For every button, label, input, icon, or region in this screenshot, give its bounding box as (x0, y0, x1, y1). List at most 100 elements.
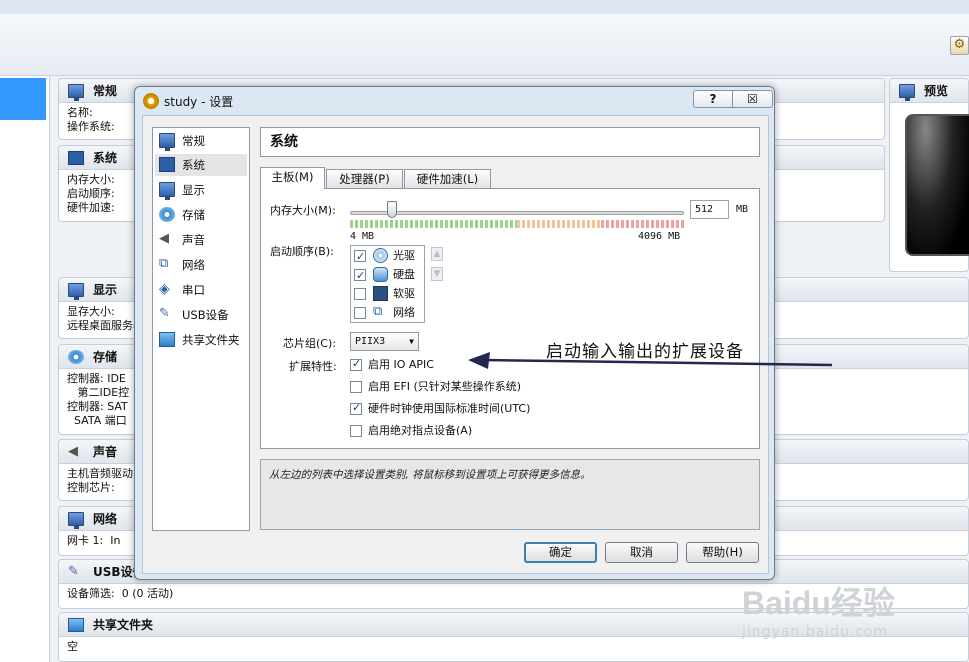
general-icon (68, 84, 84, 101)
move-down-arrow-icon[interactable]: ▼ (431, 267, 443, 281)
system-icon (159, 157, 175, 172)
system-icon (68, 151, 84, 165)
category-label: 网络 (182, 258, 205, 272)
category-label: 声音 (182, 233, 205, 247)
category-serial-port[interactable]: ◈ 串口 (155, 279, 247, 301)
network-boot-icon: ⧉ (373, 304, 383, 319)
category-general[interactable]: 常规 (155, 130, 247, 152)
boot-item-harddisk[interactable]: 硬盘 (354, 266, 424, 285)
shared-folder-icon (159, 332, 175, 347)
category-label: 存储 (182, 208, 205, 222)
watermark-brand: Baidu经验 (742, 585, 895, 621)
chevron-down-icon: ▼ (409, 337, 414, 346)
category-usb[interactable]: ✎ USB设备 (155, 304, 247, 326)
efi-checkbox[interactable] (350, 381, 362, 393)
feature-label: 启用 IO APIC (368, 358, 434, 371)
boot-item-label: 光驱 (393, 249, 415, 262)
general-icon (159, 133, 175, 151)
annotation-text: 启动输入输出的扩展设备 (546, 342, 744, 362)
network-icon (68, 512, 84, 529)
scale-min-label: 4 MB (350, 231, 375, 242)
toolbar-settings-icon[interactable]: ⚙ (950, 36, 969, 55)
boot-harddisk-checkbox[interactable] (354, 267, 366, 285)
usb-icon: ✎ (68, 564, 79, 579)
memory-unit: MB (736, 204, 749, 215)
cancel-button[interactable]: 取消 (605, 542, 678, 563)
utc-checkbox[interactable] (350, 401, 362, 415)
usb-icon: ✎ (159, 306, 170, 321)
preview-screen (905, 114, 969, 256)
page-title: 系统 (260, 127, 760, 157)
category-network[interactable]: ⧉ 网络 (155, 254, 247, 276)
ok-button[interactable]: 确定 (524, 542, 597, 563)
boot-item-label: 软驱 (393, 287, 415, 300)
section-title: 网络 (93, 512, 118, 526)
boot-item-network[interactable]: ⧉ 网络 (354, 304, 424, 322)
feature-efi[interactable]: 启用 EFI (只针对某些操作系统) (350, 379, 650, 395)
boot-network-checkbox[interactable] (354, 307, 366, 319)
boot-order-list[interactable]: 光驱 硬盘 软驱 ⧉ 网络 (350, 245, 425, 323)
title-band (0, 0, 969, 14)
dialog-window-buttons: ? ☒ (693, 90, 773, 108)
category-label: 串口 (182, 283, 205, 297)
info-box: 从左边的列表中选择设置类别, 将鼠标移到设置项上可获得更多信息。 (260, 459, 760, 530)
chipset-select[interactable]: PIIX3 ▼ (350, 332, 419, 351)
folder-icon (68, 618, 84, 632)
feature-utc[interactable]: 硬件时钟使用国际标准时间(UTC) (350, 401, 650, 417)
absolute-pointing-checkbox[interactable] (350, 425, 362, 437)
dialog-title: study - 设置 (164, 95, 234, 109)
boot-item-optical[interactable]: 光驱 (354, 247, 424, 266)
tab-acceleration[interactable]: 硬件加速(L) (404, 169, 491, 188)
extended-features-label: 扩展特性: (289, 360, 337, 373)
audio-icon: ◀ (68, 444, 78, 459)
scale-max-label: 4096 MB (638, 231, 681, 242)
section-title: 系统 (93, 151, 118, 165)
help-button[interactable]: 帮助(H) (686, 542, 759, 563)
close-button[interactable]: ☒ (733, 91, 772, 107)
category-list[interactable]: 常规 系统 显示 存储 ◀ 声音 ⧉ 网络 ◈ 串口 ✎ USB设备 共享文件夹 (152, 127, 250, 531)
section-title: 显示 (93, 283, 118, 297)
category-storage[interactable]: 存储 (155, 204, 247, 226)
boot-item-label: 硬盘 (393, 268, 415, 281)
category-display[interactable]: 显示 (155, 179, 247, 201)
section-title: 常规 (93, 84, 118, 98)
vm-list-panel[interactable] (0, 76, 50, 662)
memory-slider-track[interactable] (350, 211, 684, 215)
vm-list-selected-item[interactable] (0, 78, 46, 120)
category-audio[interactable]: ◀ 声音 (155, 229, 247, 251)
category-system[interactable]: 系统 (155, 154, 247, 176)
hard-disk-icon (373, 267, 388, 282)
feature-label: 启用绝对指点设备(A) (368, 424, 473, 437)
feature-label: 硬件时钟使用国际标准时间(UTC) (368, 402, 531, 415)
memory-input[interactable]: 512 (690, 200, 729, 219)
help-title-button[interactable]: ? (694, 91, 733, 107)
motherboard-panel: 内存大小(M): 4 MB 4096 MB 512 MB 启动顺序(B): 光驱… (260, 188, 760, 449)
memory-label: 内存大小(M): (270, 204, 336, 217)
memory-slider-thumb[interactable] (387, 201, 398, 218)
storage-icon (159, 207, 175, 222)
boot-item-floppy[interactable]: 软驱 (354, 285, 424, 303)
tab-motherboard[interactable]: 主板(M) (260, 167, 325, 189)
boot-item-label: 网络 (393, 306, 415, 319)
feature-absolute-pointing[interactable]: 启用绝对指点设备(A) (350, 423, 650, 439)
section-title: 共享文件夹 (93, 618, 154, 632)
chipset-label: 芯片组(C): (283, 337, 336, 350)
section-title: 声音 (93, 445, 118, 459)
move-up-arrow-icon[interactable]: ▲ (431, 247, 443, 261)
gear-icon (143, 93, 159, 109)
main-toolbar (0, 14, 969, 76)
category-label: 系统 (182, 158, 205, 172)
category-label: 常规 (182, 134, 205, 148)
boot-order-label: 启动顺序(B): (270, 245, 334, 258)
io-apic-checkbox[interactable] (350, 357, 362, 371)
category-shared-folders[interactable]: 共享文件夹 (155, 329, 247, 351)
boot-optical-checkbox[interactable] (354, 248, 366, 266)
boot-floppy-checkbox[interactable] (354, 288, 366, 300)
floppy-icon (373, 286, 388, 301)
feature-label: 启用 EFI (只针对某些操作系统) (368, 380, 522, 393)
memory-scale (350, 220, 684, 228)
category-label: 共享文件夹 (182, 333, 240, 347)
tab-processor[interactable]: 处理器(P) (326, 169, 403, 188)
preview-icon (899, 84, 915, 101)
audio-icon: ◀ (159, 231, 169, 246)
